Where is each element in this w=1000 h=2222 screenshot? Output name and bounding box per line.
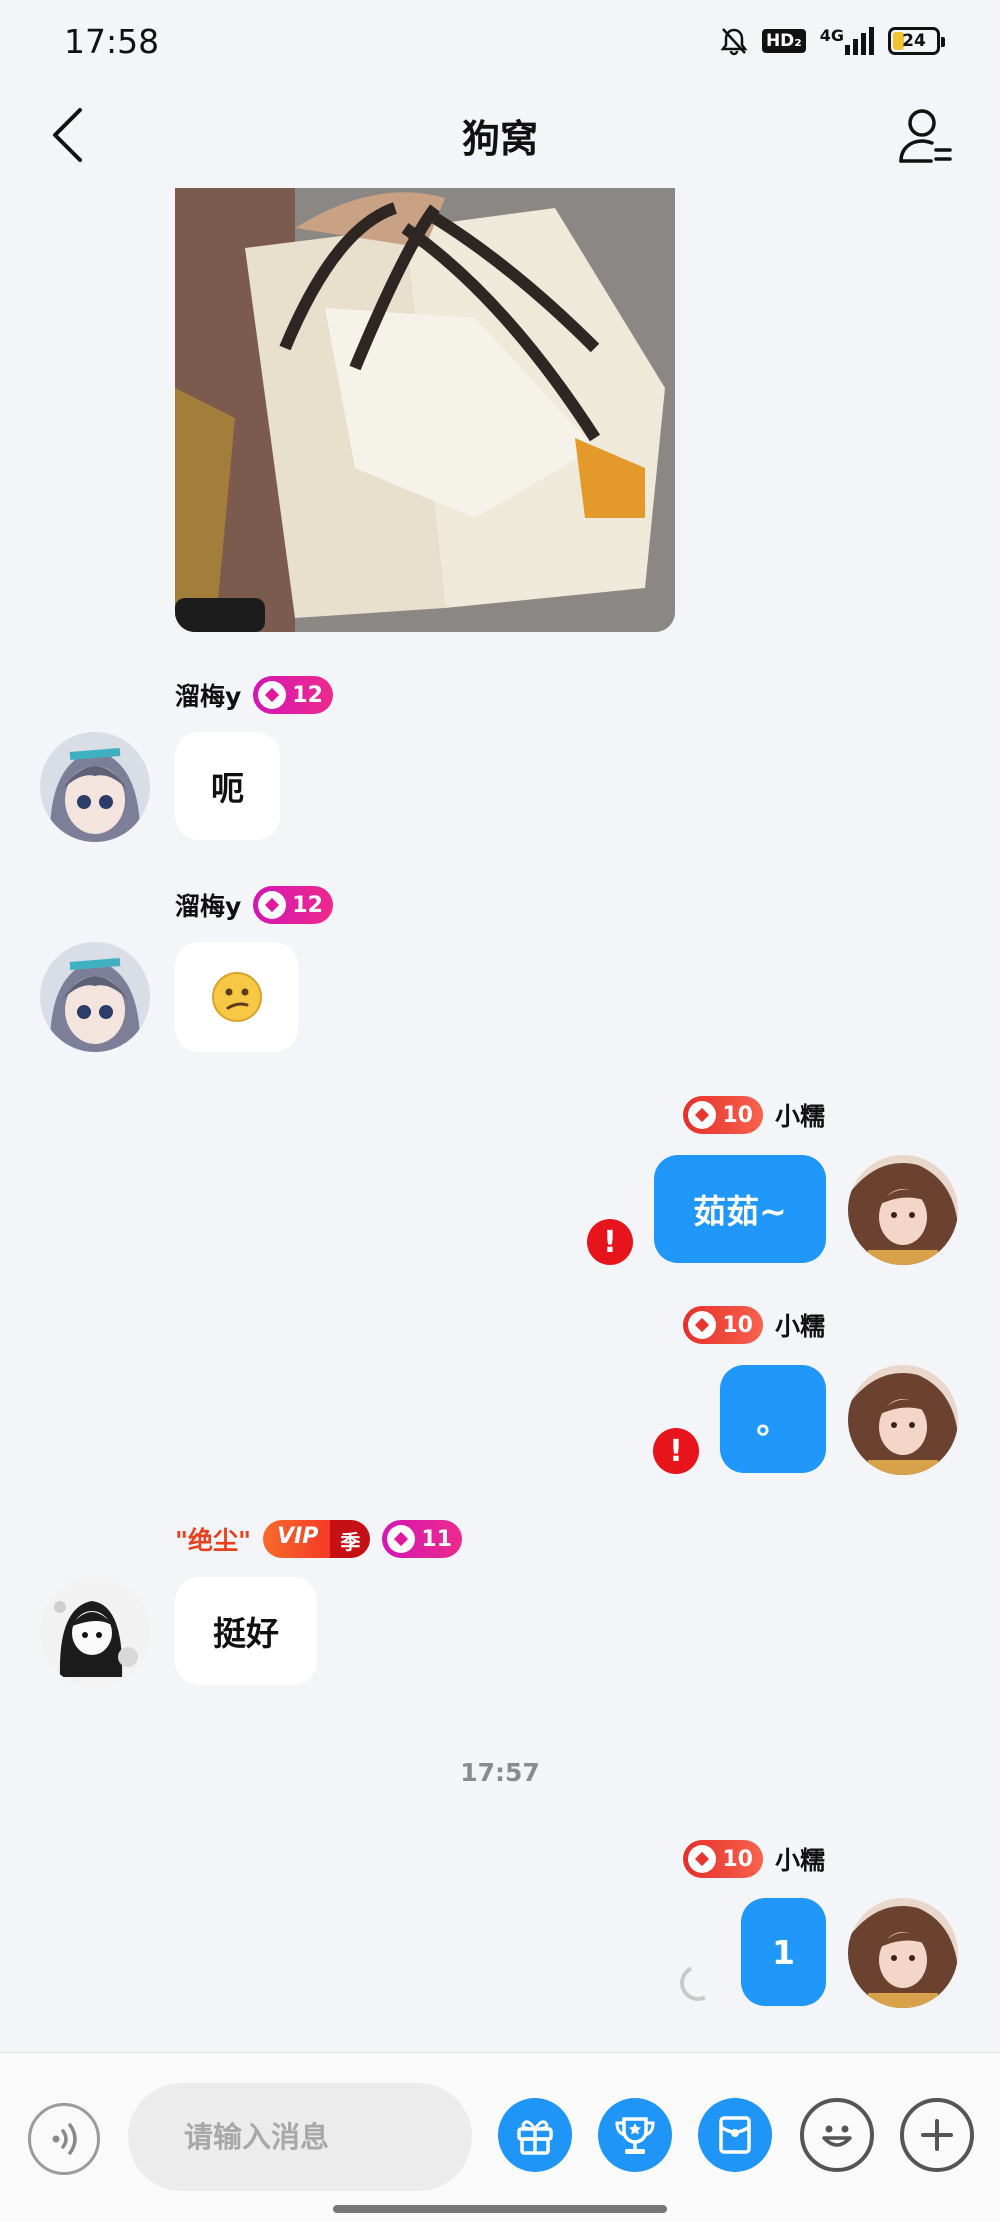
- sender-name: 溜梅y 12: [175, 676, 333, 714]
- message-bubble[interactable]: 挺好: [175, 1577, 317, 1685]
- avatar[interactable]: [848, 1365, 958, 1475]
- message-bubble[interactable]: [175, 942, 298, 1052]
- send-failed-icon[interactable]: !: [653, 1428, 699, 1474]
- avatar[interactable]: [40, 942, 150, 1052]
- voice-icon: [52, 2123, 77, 2155]
- sender-name: 10 小糯: [683, 1306, 825, 1344]
- avatar[interactable]: [848, 1898, 958, 2008]
- sender-name: "绝尘" VIP 季 11: [175, 1520, 463, 1558]
- confused-face-icon: [211, 971, 263, 1023]
- message-input[interactable]: [128, 2083, 472, 2191]
- home-indicator[interactable]: [333, 2205, 667, 2213]
- sender-name: 10 小糯: [683, 1096, 825, 1134]
- avatar[interactable]: [40, 732, 150, 842]
- level-badge: 11: [382, 1520, 463, 1558]
- chat-title: 狗窝: [461, 117, 538, 161]
- status-bar: 17:58 HD₂ 4G 24: [0, 0, 1000, 86]
- vip-badge: VIP 季: [263, 1520, 371, 1558]
- emoji-button[interactable]: [800, 2098, 874, 2172]
- sender-name: 10 小糯: [683, 1840, 825, 1878]
- status-icons: HD₂ 4G 24: [720, 26, 945, 56]
- level-badge: 12: [253, 886, 333, 924]
- avatar[interactable]: [848, 1155, 958, 1265]
- level-badge: 10: [683, 1096, 763, 1134]
- trophy-button[interactable]: [598, 2098, 672, 2172]
- plus-icon: [921, 2119, 953, 2151]
- gift-button[interactable]: [498, 2098, 572, 2172]
- red-packet-button[interactable]: [698, 2098, 772, 2172]
- voice-button[interactable]: [28, 2103, 100, 2175]
- message-bubble[interactable]: 茹茹~: [654, 1155, 826, 1263]
- red-packet-icon: [719, 2116, 751, 2154]
- gift-icon: [517, 2120, 553, 2155]
- group-members-icon: [899, 109, 952, 163]
- hd-icon: HD₂: [761, 26, 806, 56]
- sending-spinner-icon: [674, 1959, 722, 2007]
- status-time: 17:58: [64, 22, 160, 61]
- message-bubble[interactable]: 。: [720, 1365, 826, 1473]
- message-bubble[interactable]: 呃: [175, 732, 280, 840]
- message-bubble[interactable]: 1: [741, 1898, 826, 2006]
- image-message[interactable]: [175, 188, 675, 632]
- level-badge: 12: [253, 676, 333, 714]
- signal-4g-icon: 4G: [820, 26, 874, 56]
- more-button[interactable]: [900, 2098, 974, 2172]
- sender-name: 溜梅y 12: [175, 886, 333, 924]
- emoji-icon: [822, 2125, 852, 2147]
- group-members-button[interactable]: [890, 96, 960, 176]
- chat-header: 狗窝: [0, 86, 1000, 186]
- input-bar: [0, 2052, 1000, 2222]
- level-badge: 10: [683, 1840, 763, 1878]
- timestamp-separator: 17:57: [460, 1758, 540, 1787]
- mute-bell-icon: [720, 26, 748, 56]
- send-failed-icon[interactable]: !: [587, 1219, 633, 1265]
- avatar[interactable]: [40, 1577, 150, 1687]
- battery-icon: 24: [888, 26, 945, 56]
- trophy-icon: [615, 2117, 655, 2154]
- level-badge: 10: [683, 1306, 763, 1344]
